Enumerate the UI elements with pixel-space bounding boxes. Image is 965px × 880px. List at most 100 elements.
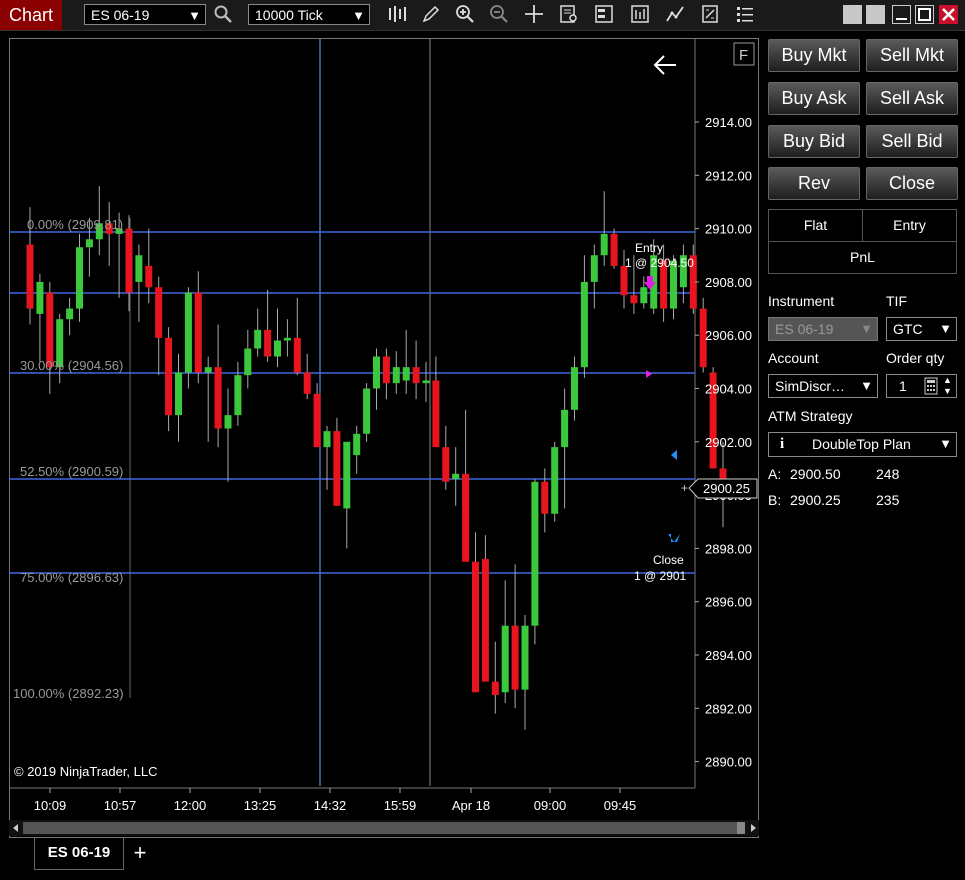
candle [333, 417, 341, 506]
candle-body [422, 380, 430, 384]
buy-market-button[interactable]: Buy Mkt [768, 39, 860, 72]
candle-body [125, 228, 133, 293]
candle-body [165, 337, 173, 416]
candle-body [283, 337, 291, 341]
price-tick-label: 2906.00 [705, 328, 752, 343]
properties-icon[interactable] [734, 4, 756, 26]
candle-body [392, 367, 400, 384]
position-pnl: PnL [768, 241, 957, 274]
ask-price: 2900.50 [790, 466, 841, 482]
candle-body [472, 561, 479, 693]
tab-es-06-19[interactable]: ES 06-19 [34, 838, 124, 870]
templates-icon[interactable] [699, 4, 721, 26]
window-link-icon[interactable] [843, 5, 862, 24]
candle-body [244, 348, 252, 376]
maximize-icon[interactable] [915, 5, 934, 24]
price-tick-label: 2912.00 [705, 168, 752, 183]
add-tab-button[interactable]: + [128, 840, 152, 866]
candle [472, 532, 479, 693]
close-position-button[interactable]: Close [866, 167, 958, 200]
price-tick-label: 2910.00 [705, 222, 752, 237]
candle [254, 308, 262, 357]
ask-label: A: [768, 466, 782, 482]
price-chart[interactable]: 0.00% (2909.81) 30.00% (2904.56) 52.50% … [9, 38, 759, 838]
candle [541, 468, 549, 533]
candle-body [303, 372, 311, 394]
entry-marker-label: Entry [635, 241, 663, 255]
reverse-button[interactable]: Rev [768, 167, 860, 200]
bar-type-icon[interactable] [386, 4, 408, 26]
price-tick-label: 2904.00 [705, 382, 752, 397]
back-arrow-icon[interactable] [653, 55, 676, 75]
chart-trader-icon[interactable] [593, 4, 615, 26]
window-color-icon[interactable] [866, 5, 885, 24]
candle [145, 228, 153, 304]
sell-market-button[interactable]: Sell Mkt [866, 39, 958, 72]
buy-bid-button[interactable]: Buy Bid [768, 125, 860, 158]
candle-body [442, 447, 450, 482]
crosshair-icon[interactable] [523, 4, 545, 26]
sell-ask-button[interactable]: Sell Ask [866, 82, 958, 115]
interval-selector[interactable]: 10000 Tick ▼ [248, 4, 370, 25]
candle-body [214, 367, 222, 429]
candle [234, 361, 242, 426]
candle-body [481, 559, 489, 682]
candle-body [382, 356, 390, 384]
candle [580, 255, 588, 378]
candle [422, 361, 430, 402]
horizontal-scrollbar[interactable] [9, 820, 759, 836]
candle-body [452, 473, 460, 480]
cursor-cross: + [681, 481, 688, 495]
tif-select[interactable]: GTC ▼ [886, 317, 957, 341]
order-qty-stepper[interactable]: 1 ▲ ▼ [886, 374, 957, 398]
buy-ask-button[interactable]: Buy Ask [768, 82, 860, 115]
chevron-down-icon: ▼ [860, 321, 873, 336]
data-box-icon[interactable] [558, 4, 580, 26]
chevron-down-icon: ▼ [860, 378, 873, 393]
exit-arrow-icon [668, 534, 680, 542]
candle [175, 353, 182, 442]
candle-body [590, 255, 598, 282]
candle-body [511, 625, 519, 690]
zoom-in-icon[interactable] [454, 4, 476, 26]
stepper-arrows-icon[interactable]: ▲ ▼ [943, 375, 952, 397]
candle [531, 479, 539, 645]
flag-button[interactable]: F [733, 42, 755, 66]
indicators-icon[interactable] [629, 4, 651, 26]
sell-bid-button[interactable]: Sell Bid [866, 125, 958, 158]
pencil-icon[interactable] [420, 4, 442, 26]
candle-body [571, 367, 578, 410]
candle [46, 281, 54, 394]
candle [363, 383, 371, 442]
candle-body [373, 356, 380, 389]
instrument-field-value: ES 06-19 [775, 321, 834, 337]
candle [343, 441, 351, 549]
atm-strategy-select[interactable]: i DoubleTop Plan ▼ [768, 432, 957, 457]
candle [274, 308, 281, 368]
candle-body [264, 329, 272, 357]
candle-body [85, 239, 93, 248]
price-tick-label: 2914.00 [705, 115, 752, 130]
order-qty-label: Order qty [886, 350, 945, 366]
fib-label-30: 30.00% (2904.56) [20, 358, 123, 373]
candle [561, 388, 569, 509]
calculator-icon[interactable] [924, 377, 938, 401]
candle [600, 191, 608, 266]
instrument-selector[interactable]: ES 06-19 ▼ [84, 4, 206, 25]
account-select[interactable]: SimDiscr… ▼ [768, 374, 878, 398]
search-icon[interactable] [212, 4, 234, 26]
candle [689, 244, 697, 314]
candle [125, 215, 133, 312]
entry-execution-icon [646, 370, 652, 378]
candle-body [26, 244, 34, 309]
strategies-icon[interactable] [664, 4, 686, 26]
minimize-icon[interactable] [892, 5, 911, 24]
candle [491, 641, 499, 714]
close-icon[interactable] [939, 5, 958, 24]
candle [521, 615, 529, 730]
candle [36, 273, 44, 362]
info-icon: i [780, 436, 785, 452]
zoom-out-icon[interactable] [488, 4, 510, 26]
candle [481, 535, 489, 682]
chevron-down-icon: ▼ [939, 321, 952, 336]
